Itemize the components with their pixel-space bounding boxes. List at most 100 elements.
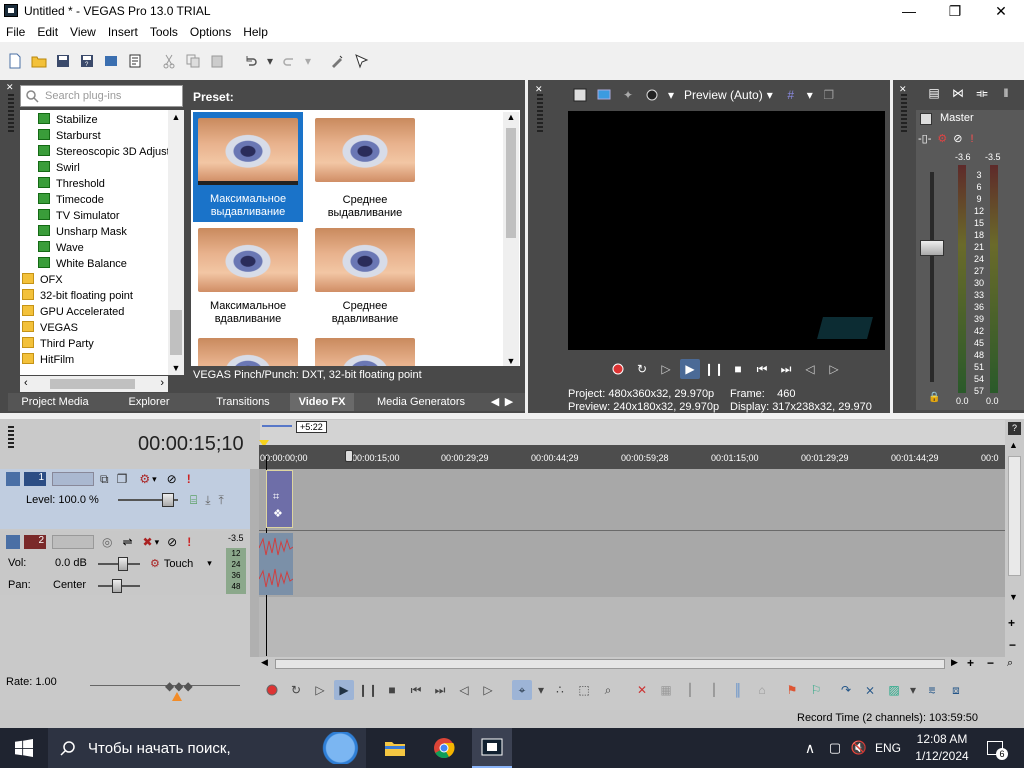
properties-icon[interactable] [125,51,145,71]
tab-transitions[interactable]: Transitions [196,393,290,411]
language-indicator[interactable]: ENG [872,728,904,768]
preset-max-pinch[interactable]: Максимальное вдавливание [193,222,303,332]
maximize-button[interactable]: ❐ [932,0,978,22]
preset-mid-punch[interactable]: Среднее выдавливание [310,112,420,222]
zoom-in-horizontal-icon[interactable]: + [967,656,974,670]
chrome-icon[interactable] [424,728,464,768]
panel-grip[interactable] [8,92,14,132]
save-as-icon[interactable]: ? [77,51,97,71]
trim-icon[interactable]: ▦ [656,680,676,700]
record-icon[interactable] [608,359,628,379]
go-to-end-icon[interactable]: ⏭ [430,680,450,700]
trim-start-icon[interactable]: ┃ [680,680,700,700]
copy-snapshot-icon[interactable]: ❐ [819,85,839,105]
snapping-icon[interactable]: ⧈ [946,680,966,700]
timeline-grip[interactable] [8,426,14,448]
timeline-vertical-scrollbar[interactable]: ? ▲ ▼ + − [1005,420,1024,657]
automation-icon[interactable]: ‑▯‑ [918,132,931,145]
track-fx-dropdown-icon[interactable]: ▾ [152,474,157,485]
undo-icon[interactable] [241,51,261,71]
invert-phase-icon[interactable]: ⇌ [122,535,132,549]
panel-close-icon[interactable]: ✕ [6,83,16,92]
preview-grip[interactable] [537,92,543,132]
lock-icon[interactable]: 🔒 [928,392,940,403]
plugin-tree-item[interactable]: White Balance [20,256,183,272]
track-fx-icon[interactable]: ⚙ [139,472,150,486]
loop-playback-icon[interactable]: ↻ [286,680,306,700]
master-properties-icon[interactable]: ▤ [924,83,944,103]
preview-properties-icon[interactable] [570,85,590,105]
play-from-start-icon[interactable]: ▷ [310,680,330,700]
mute-icon[interactable]: ⊘ [953,132,962,145]
volume-handle[interactable] [118,557,128,571]
normal-edit-tool-icon[interactable]: ⌖ [512,680,532,700]
pan-crop-icon[interactable]: ⌗ [273,491,279,504]
marker-toolbar-icon[interactable]: ? [1008,422,1021,435]
master-fx-gear-icon[interactable]: ⚙ [937,132,947,145]
plugin-tree-item[interactable]: Starburst [20,128,183,144]
redo-icon[interactable] [279,51,299,71]
pause-icon[interactable]: ❙❙ [704,359,724,379]
windows-start-icon[interactable] [0,728,48,768]
track2-solo-icon[interactable]: ! [187,535,191,549]
split-dropdown-icon[interactable]: ▾ [666,85,676,105]
insert-marker-icon[interactable]: ⚑ [782,680,802,700]
selection-tool-icon[interactable]: ⬚ [574,680,594,700]
next-frame-icon[interactable]: ▷ [824,359,844,379]
plugin-tree-item[interactable]: 32-bit floating point [20,288,183,304]
plugin-tree-item[interactable]: TV Simulator [20,208,183,224]
record-icon[interactable] [262,680,282,700]
notification-center-icon[interactable]: 6 [980,728,1010,768]
external-monitor-icon[interactable] [594,85,614,105]
tree-vertical-scrollbar[interactable]: ▲ ▼ [168,110,184,375]
dim-output-icon[interactable]: ⟚ [972,83,992,103]
auto-ripple-icon[interactable]: ↷ [836,680,856,700]
paste-icon[interactable] [207,51,227,71]
stop-icon[interactable]: ■ [382,680,402,700]
preset-mid-pinch[interactable]: Среднее вдавливание [310,222,420,332]
plugin-tree-item[interactable]: Stabilize [20,112,183,128]
track-header-splitter[interactable] [250,469,259,657]
what-is-this-icon[interactable] [351,51,371,71]
preset-max-punch[interactable]: Максимальное выдавливание [193,112,303,222]
scroll-right-icon[interactable]: ▶ [951,657,958,668]
menu-file[interactable]: File [0,22,31,42]
vertical-scroll-thumb[interactable] [1008,456,1021,576]
zoom-out-horizontal-icon[interactable]: − [987,656,994,670]
rate-slider-handle[interactable]: ◆◆◆ [165,679,193,693]
track1-solo-icon[interactable]: ! [187,472,191,486]
search-plugins-input[interactable]: Search plug-ins [20,85,183,107]
track1-name-field[interactable] [52,472,94,486]
menu-tools[interactable]: Tools [144,22,184,42]
plugin-tree-item[interactable]: HitFilm [20,352,183,368]
plugin-tree-item[interactable]: GPU Accelerated [20,304,183,320]
cursor-handle[interactable] [345,450,353,462]
volume-muted-icon[interactable]: 🔇 [848,728,870,768]
preset-partial[interactable] [193,332,303,366]
compositing-mode-icon[interactable]: ⧉ [100,472,109,487]
go-to-start-icon[interactable]: ⏮ [752,359,772,379]
track1-level-handle[interactable] [162,493,174,507]
master-grip[interactable] [901,92,907,132]
tree-horizontal-scrollbar[interactable]: ‹ › [20,376,168,392]
menu-insert[interactable]: Insert [102,22,144,42]
track2-mute-icon[interactable]: ⊘ [167,535,177,549]
auto-crossfade-icon[interactable]: ⩳ [922,680,942,700]
overlays-icon[interactable]: # [781,85,801,105]
close-button[interactable]: ✕ [978,0,1024,22]
loop-region-bar[interactable] [262,425,292,427]
new-project-icon[interactable] [5,51,25,71]
tabs-left-arrow-icon[interactable]: ◀ [488,393,502,411]
automation-mode[interactable]: ⚙ Touch ▾ [150,557,212,571]
save-icon[interactable] [53,51,73,71]
plugin-tree-item[interactable]: Threshold [20,176,183,192]
undo-dropdown-icon[interactable]: ▾ [265,51,275,71]
scroll-left-icon[interactable]: ◀ [261,657,268,668]
zoom-tool-icon[interactable]: ⌕ [1007,657,1013,670]
minimize-button[interactable]: — [886,0,932,22]
track2-name-field[interactable] [52,535,94,549]
render-icon[interactable] [101,51,121,71]
track1-mute-icon[interactable]: ⊘ [167,472,177,486]
master-fx-icon[interactable] [920,113,932,125]
lock-event-icon[interactable]: ⌂ [752,680,772,700]
